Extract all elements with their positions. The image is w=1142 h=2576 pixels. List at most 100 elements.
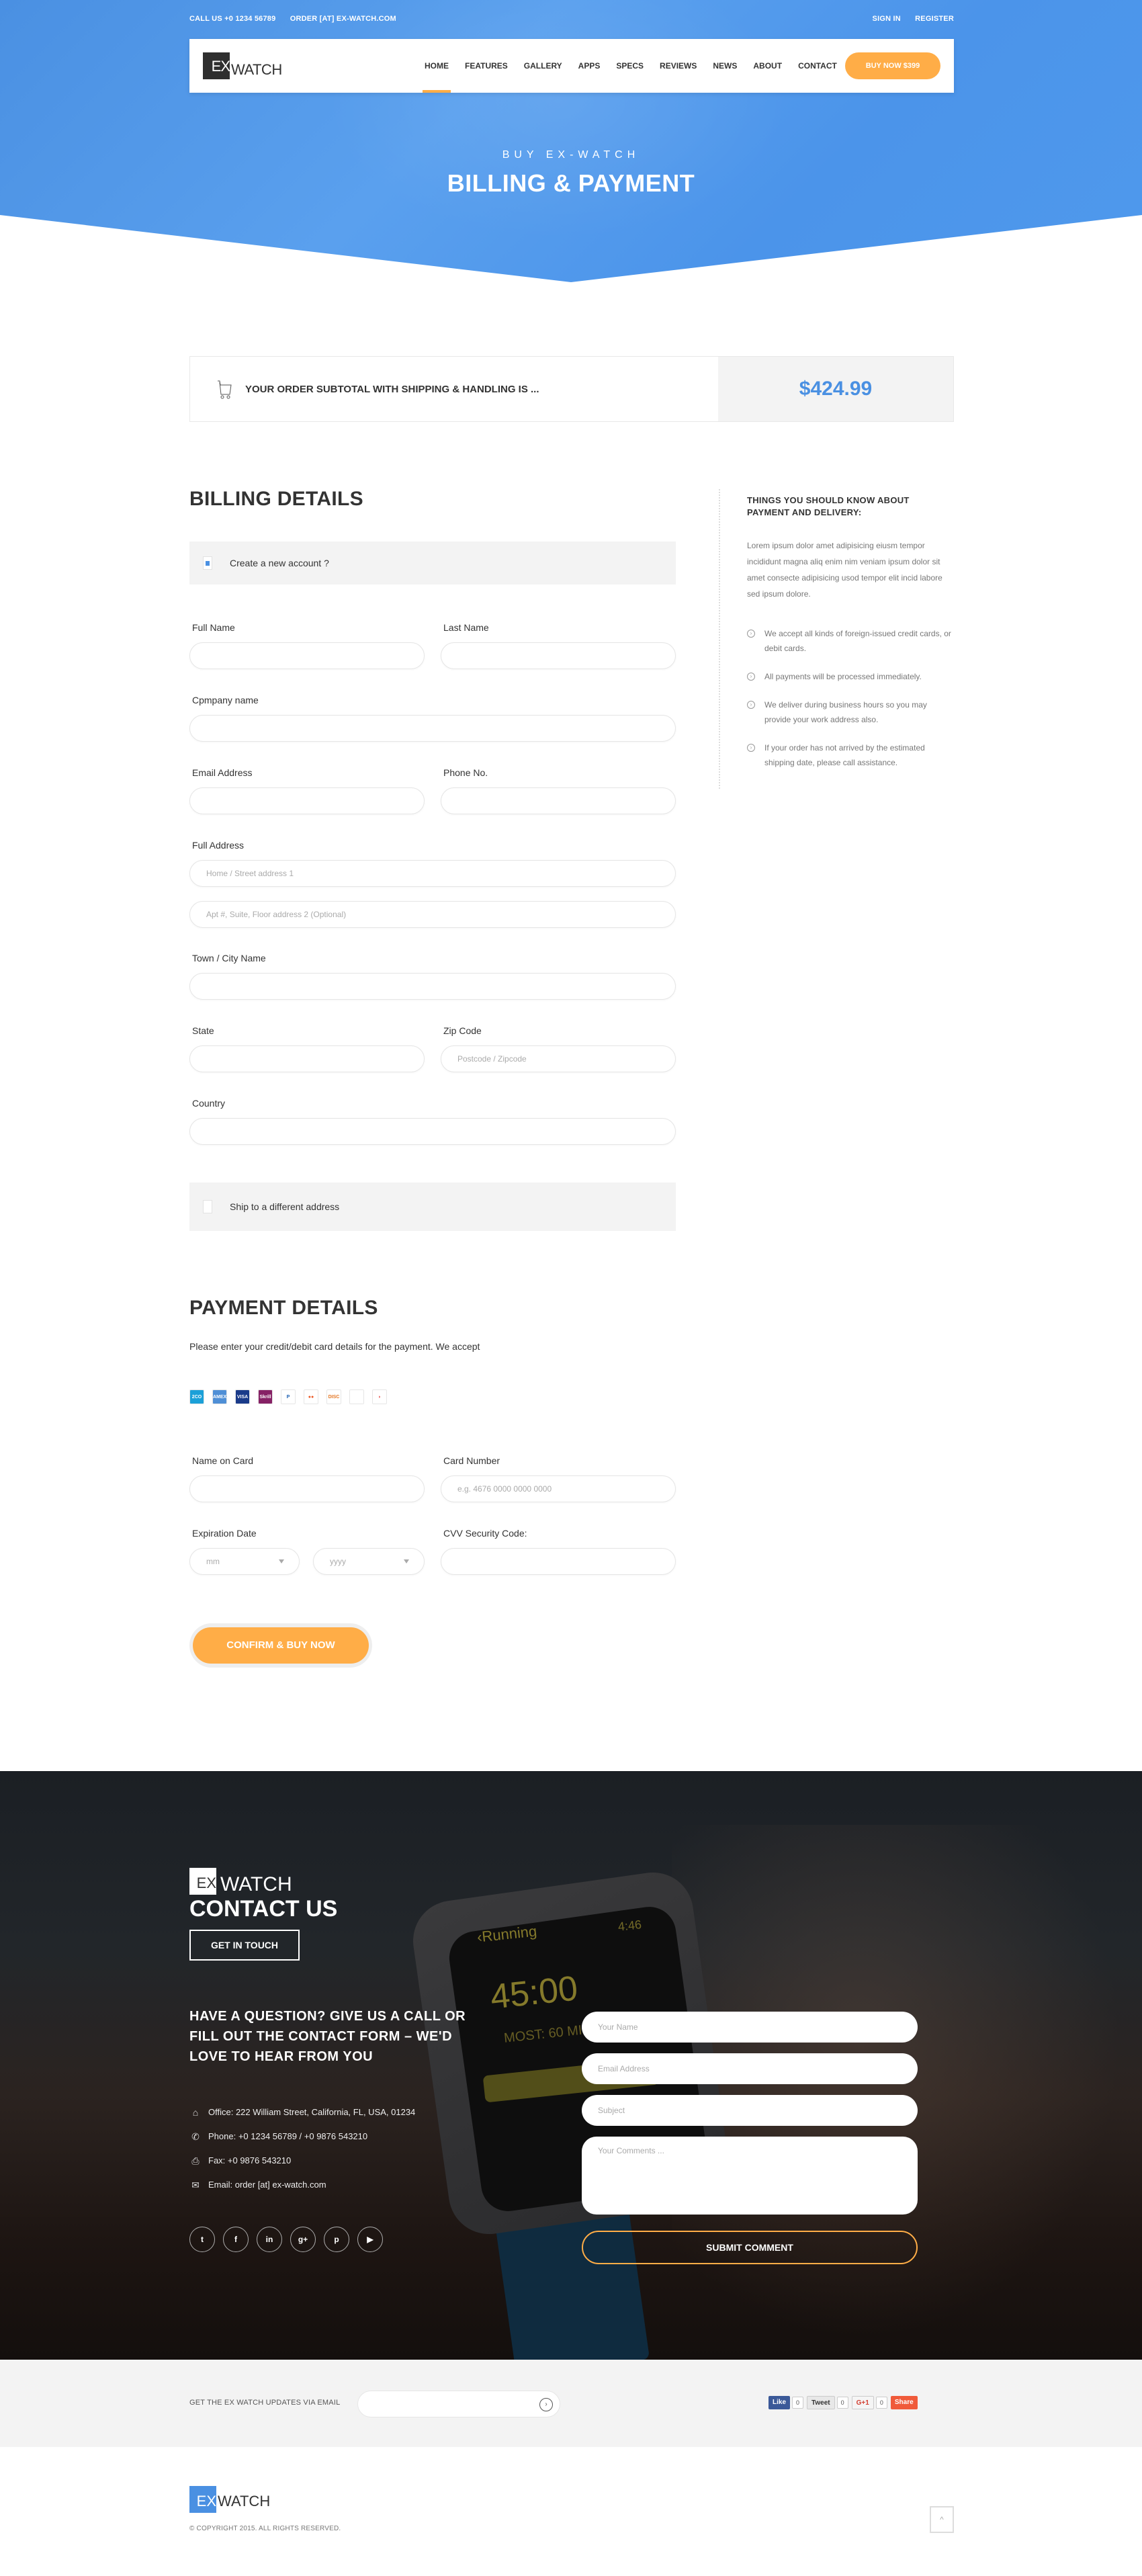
tweet-count: 0 xyxy=(836,2397,848,2409)
sidebar-list-item: › We deliver during business hours so you… xyxy=(747,697,955,727)
contact-logo: EX WATCH xyxy=(189,1868,292,1895)
contact-name-input[interactable]: Your Name xyxy=(582,2012,918,2043)
skrill-icon: Skrill xyxy=(258,1389,273,1404)
logo[interactable]: EX WATCH xyxy=(203,52,282,79)
share-button[interactable]: Share xyxy=(890,2396,918,2409)
sidebar-list: › We accept all kinds of foreign-issued c… xyxy=(747,626,955,783)
twitter-icon[interactable]: t xyxy=(189,2227,215,2252)
chevron-down-icon xyxy=(279,1559,284,1563)
submit-comment-button[interactable]: SUBMIT COMMENT xyxy=(582,2231,918,2264)
payment-description: Please enter your credit/debit card deta… xyxy=(189,1341,480,1352)
ship-different-label: Ship to a different address xyxy=(230,1201,340,1212)
youtube-icon[interactable]: ▶ xyxy=(357,2227,383,2252)
full-name-input[interactable] xyxy=(189,642,425,669)
expiration-year-select[interactable]: yyyy xyxy=(313,1548,425,1575)
sidebar-title: THINGS YOU SHOULD KNOW ABOUT PAYMENT AND… xyxy=(747,495,910,517)
nav-home[interactable]: HOME xyxy=(423,39,451,93)
company-label: Cpmpany name xyxy=(192,695,259,705)
address-line2-input[interactable]: Apt #, Suite, Floor address 2 (Optional) xyxy=(189,901,676,928)
phone-label: Phone No. xyxy=(443,767,488,778)
confirm-button-wrapper: CONFIRM & BUY NOW xyxy=(189,1623,372,1668)
ship-different-checkbox[interactable] xyxy=(203,1200,212,1213)
footer-logo-ex: EX xyxy=(189,2486,216,2513)
card-number-label: Card Number xyxy=(443,1455,500,1466)
create-account-checkbox[interactable] xyxy=(203,556,212,570)
contact-title: CONTACT US xyxy=(189,1896,338,1922)
confirm-buy-button[interactable]: CONFIRM & BUY NOW xyxy=(193,1627,369,1664)
email-text[interactable]: Email: order [at] ex-watch.com xyxy=(208,2180,326,2190)
nav-contact[interactable]: CONTACT xyxy=(798,39,837,93)
address-line1-input[interactable]: Home / Street address 1 xyxy=(189,860,676,887)
chevron-down-icon xyxy=(404,1559,409,1563)
top-bar: CALL US +0 1234 56789 ORDER [AT] EX-WATC… xyxy=(189,15,954,26)
contact-comments-textarea[interactable]: Your Comments ... xyxy=(582,2137,918,2215)
contact-fax: ⎙ Fax: +0 9876 543210 xyxy=(189,2149,415,2173)
google-plus-icon[interactable]: g+ xyxy=(290,2227,316,2252)
facebook-like-button[interactable]: Like xyxy=(768,2396,791,2409)
contact-form: Your Name Email Address Subject Your Com… xyxy=(582,2012,918,2264)
chevron-circle-icon: › xyxy=(747,701,755,709)
accepted-cards: 2CO AMEX VISA Skrill P ●● DISC ◗ xyxy=(189,1389,395,1404)
email-label: Email Address xyxy=(192,767,253,778)
pinterest-icon[interactable]: p xyxy=(324,2227,349,2252)
full-name-label: Full Name xyxy=(192,622,235,633)
home-icon: ⌂ xyxy=(192,2107,199,2118)
nav-apps[interactable]: APPS xyxy=(578,39,601,93)
nav-about[interactable]: ABOUT xyxy=(753,39,782,93)
contact-info: ⌂ Office: 222 William Street, California,… xyxy=(189,2100,415,2197)
get-in-touch-button[interactable]: GET IN TOUCH xyxy=(189,1930,300,1961)
social-links: t f in g+ p ▶ xyxy=(189,2227,391,2252)
contact-subject-input[interactable]: Subject xyxy=(582,2095,918,2126)
footer-logo[interactable]: EX WATCH xyxy=(189,2486,270,2513)
arrow-right-circle-icon[interactable]: › xyxy=(539,2398,553,2411)
like-count: 0 xyxy=(792,2397,804,2409)
order-subtotal-bar: YOUR ORDER SUBTOTAL WITH SHIPPING & HAND… xyxy=(189,356,954,422)
cvv-input[interactable] xyxy=(441,1548,676,1575)
payment-details-title: PAYMENT DETAILS xyxy=(189,1297,378,1319)
sidebar-list-item: › If your order has not arrived by the es… xyxy=(747,740,955,770)
company-input[interactable] xyxy=(189,715,676,742)
main-navbar: EX WATCH HOME FEATURES GALLERY APPS SPEC… xyxy=(189,39,954,93)
chevron-circle-icon: › xyxy=(747,744,755,752)
last-name-label: Last Name xyxy=(443,622,489,633)
zip-input[interactable]: Postcode / Zipcode xyxy=(441,1045,676,1072)
zip-label: Zip Code xyxy=(443,1025,482,1036)
back-to-top-button[interactable]: ^ xyxy=(930,2506,954,2533)
city-input[interactable] xyxy=(189,973,676,1000)
card-number-input[interactable]: e.g. 4676 0000 0000 0000 xyxy=(441,1475,676,1502)
last-name-input[interactable] xyxy=(441,642,676,669)
name-on-card-input[interactable] xyxy=(189,1475,425,1502)
contact-question: HAVE A QUESTION? GIVE US A CALL OR FILL … xyxy=(189,2009,466,2064)
contact-email: ✉ Email: order [at] ex-watch.com xyxy=(189,2173,415,2197)
subtotal-price: $424.99 xyxy=(718,357,953,421)
google-plus-one-button[interactable]: G+1 xyxy=(851,2396,874,2409)
state-input[interactable] xyxy=(189,1045,425,1072)
gplus-count: 0 xyxy=(875,2397,887,2409)
nav-reviews[interactable]: REVIEWS xyxy=(660,39,697,93)
country-input[interactable] xyxy=(189,1118,676,1145)
call-us-link[interactable]: CALL US +0 1234 56789 xyxy=(189,15,275,23)
newsletter-email-input[interactable]: › xyxy=(357,2391,560,2417)
paypal-icon: P xyxy=(281,1389,296,1404)
tweet-button[interactable]: Tweet xyxy=(807,2396,835,2409)
nav-features[interactable]: FEATURES xyxy=(465,39,508,93)
logo-watch: WATCH xyxy=(231,61,282,78)
sign-in-link[interactable]: SIGN IN xyxy=(873,15,901,23)
phone-input[interactable] xyxy=(441,787,676,814)
order-email-link[interactable]: ORDER [AT] EX-WATCH.COM xyxy=(290,15,396,23)
office-text: Office: 222 William Street, California, … xyxy=(208,2107,416,2117)
nav-gallery[interactable]: GALLERY xyxy=(524,39,562,93)
expiration-month-select[interactable]: mm xyxy=(189,1548,300,1575)
register-link[interactable]: REGISTER xyxy=(915,15,954,23)
sidebar-list-item: › We accept all kinds of foreign-issued c… xyxy=(747,626,955,656)
facebook-icon[interactable]: f xyxy=(223,2227,249,2252)
nav-specs[interactable]: SPECS xyxy=(616,39,644,93)
american-express-icon: AMEX xyxy=(212,1389,227,1404)
contact-email-input[interactable]: Email Address xyxy=(582,2053,918,2084)
buy-now-button[interactable]: BUY NOW $399 xyxy=(845,52,940,79)
nav-news[interactable]: NEWS xyxy=(713,39,737,93)
cvv-label: CVV Security Code: xyxy=(443,1528,527,1539)
discover-icon: DISC xyxy=(326,1389,341,1404)
email-input[interactable] xyxy=(189,787,425,814)
linkedin-icon[interactable]: in xyxy=(257,2227,282,2252)
